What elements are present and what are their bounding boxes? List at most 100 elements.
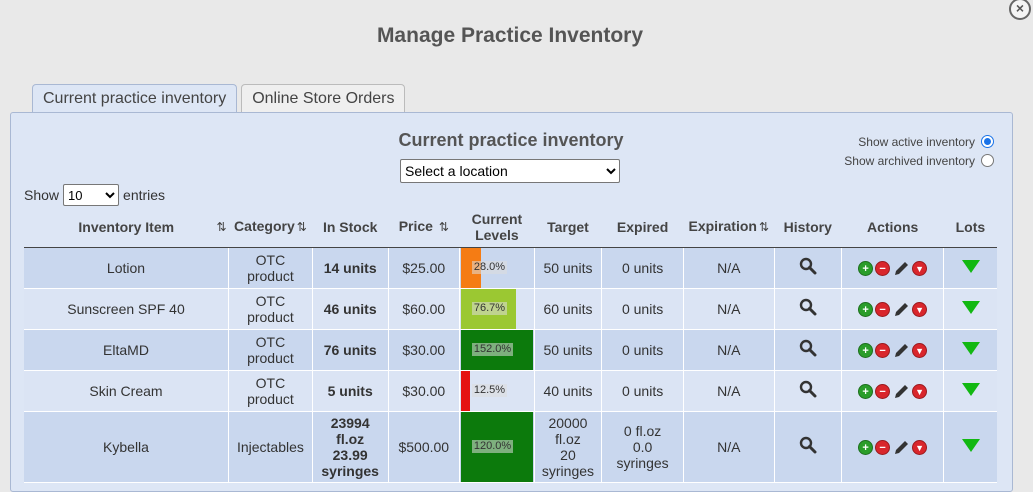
entries-length-control: Show 10 entries — [24, 184, 165, 206]
plus-circle-icon[interactable]: + — [858, 440, 874, 455]
cell-price-text: $30.00 — [402, 382, 446, 399]
minus-circle-icon[interactable]: − — [875, 343, 891, 358]
col-header-lots-label: Lots — [955, 218, 986, 235]
cell-expired-line: 0 units — [621, 259, 664, 276]
col-header-target-label: Target — [547, 218, 589, 235]
cell-category-line: product — [247, 308, 294, 325]
down-arrow-circle-icon[interactable]: ▼ — [912, 302, 928, 317]
tab-online-store-orders[interactable]: Online Store Orders — [241, 84, 406, 114]
cell-expired-line: 0 fl.oz — [623, 422, 662, 439]
cell-target: 50 units — [534, 247, 603, 289]
tab-current-practice-inventory[interactable]: Current practice inventory — [32, 84, 238, 114]
col-header-actions: Actions — [841, 207, 944, 248]
cell-expiration-text: N/A — [717, 438, 741, 455]
minus-circle-icon[interactable]: − — [875, 384, 891, 399]
cell-item-text: Skin Cream — [89, 382, 163, 399]
magnifier-icon[interactable] — [799, 339, 817, 360]
cell-expiration: N/A — [683, 411, 775, 483]
pencil-icon[interactable] — [892, 261, 910, 276]
col-header-target[interactable]: Target — [534, 207, 602, 248]
magnifier-icon[interactable] — [799, 298, 817, 319]
cell-actions: + − ▼ — [841, 288, 945, 330]
cell-in-stock-line: fl.oz — [336, 430, 365, 447]
cell-target-line: 20000 — [548, 414, 588, 431]
inventory-table: Inventory Item ⇅ Category ⇅ In Stock Pric… — [24, 207, 997, 483]
cell-price-text: $60.00 — [402, 300, 446, 317]
col-header-item[interactable]: Inventory Item ⇅ — [24, 207, 229, 248]
plus-circle-icon[interactable]: + — [858, 302, 874, 317]
magnifier-icon[interactable] — [799, 436, 817, 457]
cell-category: OTC product — [228, 370, 313, 412]
green-triangle-down-icon[interactable] — [961, 382, 980, 396]
pencil-icon[interactable] — [892, 440, 910, 455]
location-select[interactable]: Select a location — [400, 159, 620, 183]
cell-category-line: OTC — [255, 292, 286, 309]
green-triangle-down-icon[interactable] — [961, 300, 980, 314]
pencil-icon[interactable] — [892, 302, 910, 317]
magnifier-icon[interactable] — [799, 380, 817, 401]
cell-item: Kybella — [24, 411, 229, 483]
cell-expiration: N/A — [683, 329, 775, 371]
plus-circle-icon[interactable]: + — [858, 384, 874, 399]
show-active-label: Show active inventory — [858, 134, 975, 149]
down-arrow-circle-icon[interactable]: ▼ — [912, 384, 928, 399]
down-arrow-circle-icon[interactable]: ▼ — [912, 440, 928, 455]
minus-circle-icon[interactable]: − — [875, 440, 891, 455]
col-header-category[interactable]: Category ⇅ — [228, 207, 313, 248]
cell-price-text: $500.00 — [398, 438, 450, 455]
cell-price-text: $30.00 — [402, 341, 446, 358]
show-archived-radio[interactable] — [981, 154, 994, 167]
level-bar: 28.0% — [460, 247, 533, 288]
entries-select[interactable]: 10 — [63, 184, 120, 206]
tab-bar: Current practice inventory Online Store … — [32, 84, 406, 114]
col-header-price[interactable]: Price ⇅ — [388, 207, 460, 248]
cell-actions: + − ▼ — [841, 329, 945, 371]
cell-target: 60 units — [534, 288, 603, 330]
col-header-expired[interactable]: Expired — [601, 207, 684, 248]
minus-circle-icon[interactable]: − — [875, 302, 891, 317]
cell-price-text: $25.00 — [402, 259, 446, 276]
pencil-icon[interactable] — [892, 384, 910, 399]
level-bar-fill — [460, 370, 470, 411]
show-archived-row[interactable]: Show archived inventory — [844, 151, 994, 170]
cell-target-line: fl.oz — [555, 430, 581, 447]
cell-in-stock: 5 units — [312, 370, 389, 412]
action-icons: + − ▼ — [858, 261, 928, 276]
cell-in-stock-line: syringes — [321, 462, 379, 479]
col-header-in-stock[interactable]: In Stock — [312, 207, 388, 248]
cell-price: $30.00 — [388, 329, 461, 371]
sort-icon: ⇅ — [216, 220, 227, 234]
down-arrow-circle-icon[interactable]: ▼ — [912, 343, 928, 358]
cell-expired-line: 0 units — [621, 382, 664, 399]
close-icon[interactable]: × — [1009, 0, 1031, 20]
plus-circle-icon[interactable]: + — [858, 261, 874, 276]
table-row: Lotion OTC product 14 units $25.00 28.0% 50 un… — [24, 247, 997, 289]
down-arrow-circle-icon[interactable]: ▼ — [912, 261, 928, 276]
cell-expiration: N/A — [683, 247, 775, 289]
col-header-expiration[interactable]: Expiration ⇅ — [683, 207, 775, 248]
show-active-row[interactable]: Show active inventory — [844, 132, 994, 151]
col-header-current-levels[interactable]: Current Levels — [459, 207, 535, 248]
minus-circle-icon[interactable]: − — [875, 261, 891, 276]
cell-item: EltaMD — [24, 329, 229, 371]
action-icons: + − ▼ — [858, 440, 928, 455]
green-triangle-down-icon[interactable] — [961, 341, 980, 355]
cell-expiration-text: N/A — [717, 341, 741, 358]
cell-category-line: product — [247, 390, 294, 407]
plus-circle-icon[interactable]: + — [858, 343, 874, 358]
length-prefix: Show — [24, 187, 60, 203]
show-active-radio[interactable] — [981, 135, 994, 148]
green-triangle-down-icon[interactable] — [961, 259, 980, 273]
action-icons: + − ▼ — [858, 384, 928, 399]
cell-category-line: product — [247, 267, 294, 284]
pencil-icon[interactable] — [892, 343, 910, 358]
cell-expiration: N/A — [683, 370, 775, 412]
cell-item-text: Lotion — [106, 259, 146, 276]
cell-category-line: OTC — [255, 374, 286, 391]
cell-target: 50 units — [534, 329, 603, 371]
col-header-category-label: Category — [234, 218, 295, 235]
magnifier-icon[interactable] — [799, 257, 817, 278]
cell-target-line: syringes — [541, 462, 595, 479]
green-triangle-down-icon[interactable] — [961, 438, 980, 452]
col-header-current-levels-line2: Levels — [475, 226, 519, 243]
